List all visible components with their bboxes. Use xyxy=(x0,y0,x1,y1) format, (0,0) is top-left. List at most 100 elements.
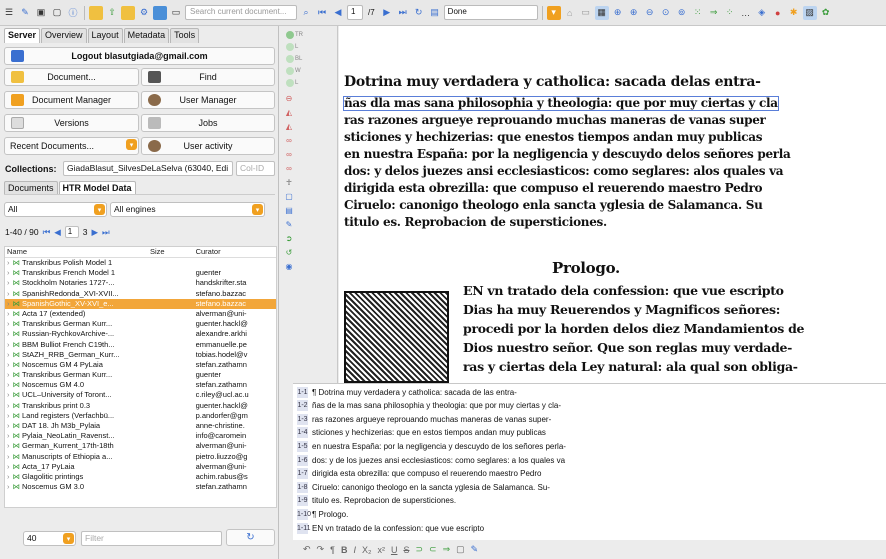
expand-icon[interactable]: › xyxy=(7,441,10,450)
jobs-button[interactable]: Jobs xyxy=(141,114,275,132)
table-row[interactable]: › ⋈ Transkribus German Kurr... guenter xyxy=(5,370,276,380)
status-dot-icon[interactable] xyxy=(286,31,294,39)
unlink-icon[interactable]: ⊂ xyxy=(429,544,437,555)
tab-htr-model-data[interactable]: HTR Model Data xyxy=(58,181,136,194)
dropdown-icon[interactable]: ▾ xyxy=(546,5,561,20)
link-icon[interactable]: ⊃ xyxy=(415,544,423,555)
window-icon[interactable]: ▢ xyxy=(284,192,294,201)
page-line[interactable]: en nuestra España: por la negligencia y … xyxy=(344,148,791,161)
transcription-line[interactable]: 1-9 titulo es. Reprobacion de supersticio… xyxy=(297,495,456,507)
find-button[interactable]: Find xyxy=(141,68,275,86)
tab-tools[interactable]: Tools xyxy=(170,28,200,43)
expand-icon[interactable]: › xyxy=(7,421,10,430)
column-size[interactable]: Size xyxy=(150,247,196,257)
link-icon[interactable]: ∞ xyxy=(284,164,294,173)
strikethrough-icon[interactable]: S xyxy=(403,545,409,555)
transcription-line[interactable]: 1-5 en nuestra España: por la negligencia… xyxy=(297,440,566,452)
expand-icon[interactable]: › xyxy=(7,350,10,359)
expand-icon[interactable]: › xyxy=(7,370,10,379)
table-row[interactable]: › ⋈ Russian-RychkovArchive-... alexandre.ar… xyxy=(5,329,276,339)
arrows-icon[interactable]: ⇒ xyxy=(707,6,721,20)
subscript-icon[interactable]: X₂ xyxy=(362,545,372,555)
page-line[interactable]: Dios nuestro señor. Que son reglas muy v… xyxy=(463,341,792,354)
table-row[interactable]: › ⋈ Transkribus German Kurr... guenter.hack… xyxy=(5,319,276,329)
layout-icon[interactable]: ▢ xyxy=(50,6,64,20)
status-select[interactable]: Done xyxy=(443,5,538,20)
document-button[interactable]: Document... xyxy=(4,68,139,86)
status-dot-icon[interactable] xyxy=(286,67,294,75)
folder-icon[interactable] xyxy=(89,5,103,20)
expand-icon[interactable]: › xyxy=(7,329,10,338)
tab-layout[interactable]: Layout xyxy=(87,28,123,43)
page-line[interactable]: Dias ha muy Reuerendos y Magnificos seño… xyxy=(463,303,780,316)
text-region-icon[interactable]: ▤ xyxy=(284,206,294,215)
page-number-field[interactable]: 1 xyxy=(347,5,363,20)
zoom-fit-icon[interactable]: ⊕ xyxy=(611,6,625,20)
table-row[interactable]: › ⋈ Transkribus Polish Model 1 xyxy=(5,258,276,268)
more-icon[interactable]: … xyxy=(739,6,753,20)
transcription-line[interactable]: 1-1 ¶ Dotrina muy verdadera y catholica: … xyxy=(297,386,517,398)
transcription-line[interactable]: 1-10 ¶ Prologo. xyxy=(297,508,348,520)
search-document-input[interactable]: Search current document... xyxy=(185,5,297,20)
expand-icon[interactable]: › xyxy=(7,462,10,471)
layers-icon[interactable]: ◈ xyxy=(755,6,769,20)
page-line[interactable]: sticiones y hechizerias: que enestos tie… xyxy=(344,131,763,144)
circle-icon[interactable]: ● xyxy=(771,6,785,20)
refresh-button[interactable]: ↻ xyxy=(226,529,275,546)
expand-icon[interactable]: › xyxy=(7,299,10,308)
redo-icon[interactable]: ↷ xyxy=(317,544,325,555)
page-line[interactable]: EN vn tratado dela confession: que vue e… xyxy=(463,284,784,297)
page-line[interactable]: titulo es. Reprobacion de supersticiones… xyxy=(344,216,607,229)
transcription-line[interactable]: 1-7 dirigida esta obrezilla: que compuso … xyxy=(297,468,541,480)
table-row[interactable]: › ⋈ SpanishRedonda_XVI-XVII... stefano.bazz… xyxy=(5,289,276,299)
page-size-select[interactable]: 40 ▾ xyxy=(23,531,76,546)
save-page-icon[interactable]: ▤ xyxy=(428,6,442,20)
transcription-line[interactable]: 1-2 ñas de la mas sana philosophia y theo… xyxy=(297,400,561,412)
next-page-icon[interactable]: ▶ xyxy=(380,6,394,20)
star-icon[interactable]: ✱ xyxy=(787,6,801,20)
expand-icon[interactable]: › xyxy=(7,278,10,287)
settings-icon[interactable]: ⚙ xyxy=(137,6,151,20)
zoom-out-icon[interactable]: ⊖ xyxy=(643,6,657,20)
user-manager-button[interactable]: User Manager xyxy=(141,91,275,109)
table-row[interactable]: › ⋈ BBM Bulliot French C19th... emmanuelle.… xyxy=(5,340,276,350)
page-line[interactable]: ras y ciertas dela Ley natural: ala qual… xyxy=(463,360,798,373)
triangle-icon[interactable]: ◭ xyxy=(284,122,294,131)
pencil-icon[interactable]: ✎ xyxy=(284,220,294,229)
tag-icon[interactable]: ⌂ xyxy=(563,6,577,20)
table-row[interactable]: › ⋈ StAZH_RRB_German_Kurr... tobias.hodel@v xyxy=(5,350,276,360)
tab-overview[interactable]: Overview xyxy=(41,28,87,43)
table-row[interactable]: › ⋈ SpanishGothic_XV-XVI_e... stefano.bazza… xyxy=(5,298,276,309)
refresh-icon[interactable]: ↻ xyxy=(412,6,426,20)
scope-select[interactable]: All ▾ xyxy=(4,202,107,217)
dots-icon[interactable]: ⁘ xyxy=(723,6,737,20)
expand-icon[interactable]: › xyxy=(7,411,10,420)
page-line[interactable]: procedi por la horden delos diez Mandami… xyxy=(463,322,804,335)
column-curator[interactable]: Curator xyxy=(196,247,276,257)
table-row[interactable]: › ⋈ UCL–University of Toront... c.riley@ucl… xyxy=(5,390,276,400)
engine-select[interactable]: All engines ▾ xyxy=(110,202,265,217)
page-view-icon[interactable]: ▭ xyxy=(579,6,593,20)
expand-icon[interactable]: › xyxy=(7,268,10,277)
edit-icon[interactable]: ▨ xyxy=(802,5,817,20)
status-dot-icon[interactable] xyxy=(286,55,294,63)
page-line[interactable]: dirigida esta obrezilla: que compuso el … xyxy=(344,182,763,195)
pagination-page-field[interactable]: 1 xyxy=(64,226,79,238)
col-id-input[interactable]: Col-ID xyxy=(236,161,275,176)
page-line[interactable]: ras razones argueye reprouando muchas ma… xyxy=(344,114,766,127)
table-row[interactable]: › ⋈ Noscemus GM 4 PyLaia stefan.zathamn xyxy=(5,360,276,370)
plant-icon[interactable]: ✿ xyxy=(819,6,833,20)
fit-icon[interactable]: ▦ xyxy=(594,5,609,20)
table-row[interactable]: › ⋈ German_Kurrent_17th-18th alverman@uni- xyxy=(5,441,276,451)
logout-button[interactable]: Logout blasutgiada@gmail.com xyxy=(4,47,275,65)
superscript-icon[interactable]: x² xyxy=(377,545,385,555)
expand-icon[interactable]: › xyxy=(7,309,10,318)
view-icon[interactable]: ▣ xyxy=(34,6,48,20)
tab-server[interactable]: Server xyxy=(4,28,41,43)
expand-icon[interactable]: › xyxy=(7,258,10,267)
tab-metadata[interactable]: Metadata xyxy=(123,28,170,43)
transcription-line[interactable]: 1-11 EN vn tratado de la confession: que … xyxy=(297,522,484,534)
last-page-icon[interactable]: ⏭ xyxy=(396,6,410,20)
menu-icon[interactable]: ☰ xyxy=(2,6,16,20)
versions-button[interactable]: Versions xyxy=(4,114,139,132)
